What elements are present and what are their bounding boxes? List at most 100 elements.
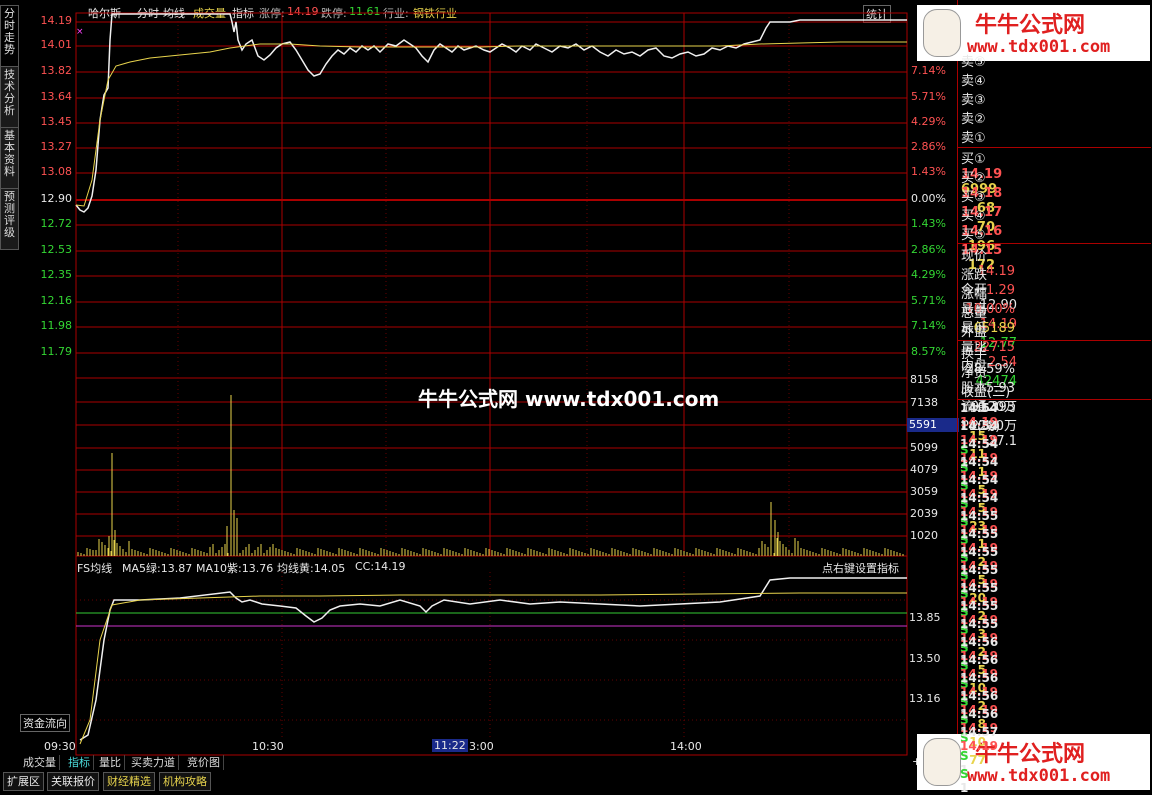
pct-axis-label: 5.71% xyxy=(911,90,946,103)
volume-axis-label: 2039 xyxy=(910,507,938,520)
cow-logo-icon-2 xyxy=(923,738,961,786)
indicator-ma5: MA5绿:13.87 xyxy=(122,562,193,575)
order-buy-row: 买⑤ 14.15 172 xyxy=(961,224,1151,273)
order-sell-row: 卖① xyxy=(961,127,1151,146)
footer-tab-finance[interactable]: 财经精选 xyxy=(103,772,155,791)
quote-label: 现价 xyxy=(961,249,988,264)
order-buy-row: 买① 14.19 6999 xyxy=(961,148,1151,197)
order-sell-label: 卖⑤ xyxy=(961,55,986,70)
indicator-axis-2: 13.50 xyxy=(909,652,941,665)
footer-tab-extend[interactable]: 扩展区 xyxy=(3,772,44,791)
tick-time: 14:54 xyxy=(960,455,999,469)
quote-row: 外盘 22715 内盘 42474 xyxy=(961,321,1151,389)
quote-label: 总量 xyxy=(961,306,988,321)
tick-time: 14:55 xyxy=(960,599,999,613)
btab-auction[interactable]: 竞价图 xyxy=(184,755,224,770)
tick-row: 14:55 14.19 3 S 1 xyxy=(960,599,1150,669)
quote-label: 净资 xyxy=(961,366,988,381)
order-sell-label: 卖② xyxy=(961,112,986,127)
tick-divider xyxy=(958,399,1151,400)
quote-row: 净资 5.93 流通 2280万 xyxy=(961,362,1151,434)
tick-time: 14:54 xyxy=(960,473,999,487)
tick-time: 14:54 xyxy=(960,491,999,505)
price-axis-label: 13.82 xyxy=(40,64,73,77)
tick-volume: 77 xyxy=(969,753,986,767)
cow-logo-icon xyxy=(923,9,961,57)
order-sell-row: 卖② xyxy=(961,108,1151,127)
intraday-chart[interactable]: × xyxy=(0,0,958,760)
tick-row: 14:56 14.19 10 S 1 xyxy=(960,653,1150,723)
btab-volume-ratio[interactable]: 量比 xyxy=(96,755,125,770)
indicator-ma10: MA10紫:13.76 xyxy=(196,562,274,575)
tick-time: 14:54 xyxy=(960,401,999,415)
indicator-avg-line xyxy=(79,592,907,745)
quote-row: 涨幅 10.00% 最低 12.77 xyxy=(961,283,1151,351)
order-buy-row: 买④ 14.16 196 xyxy=(961,205,1151,254)
quote-row: 收益(三) 0.393 PE(动) 27.1 xyxy=(961,381,1151,449)
order-buy-label: 买④ xyxy=(961,209,986,224)
indicator-title: FS均线 xyxy=(77,562,113,575)
tick-time: 14:56 xyxy=(960,653,999,667)
order-buy-label: 买③ xyxy=(961,190,986,205)
tick-row: 14:55 14.19 20 S 1 xyxy=(960,563,1150,633)
price-axis-label: 14.19 xyxy=(40,14,73,27)
order-buy-label: 买① xyxy=(961,152,986,167)
tick-price: 14.19 xyxy=(960,739,998,753)
tick-row: 14:54 14.19 23 S 1 xyxy=(960,491,1150,561)
tick-row: 14:56 14.19 5 S 1 xyxy=(960,635,1150,705)
watermark-text: 牛牛公式网 www.tdx001.com xyxy=(418,387,720,411)
order-buy-row: 买② 14.18 68 xyxy=(961,167,1151,216)
pct-axis-label: 7.14% xyxy=(911,64,946,77)
tick-row: 14:54 14.19 5 S 1 xyxy=(960,473,1150,543)
time-label-1400: 14:00 xyxy=(670,740,702,753)
quote-divider-2 xyxy=(958,340,1151,341)
quote-row: 涨跌 1.29 最高 14.19 xyxy=(961,264,1151,332)
quote-label: 收益(三) xyxy=(961,385,1011,400)
order-sell-row: 卖⑤ xyxy=(961,51,1151,70)
volume-axis-label: 3059 xyxy=(910,485,938,498)
price-axis-label: 12.35 xyxy=(40,268,73,281)
pct-axis-label: 1.43% xyxy=(911,217,946,230)
volume-axis-label: 5099 xyxy=(910,441,938,454)
average-line xyxy=(75,41,907,207)
order-sell-row: 卖④ xyxy=(961,70,1151,89)
tick-side: S xyxy=(960,767,969,781)
price-axis-label: 12.72 xyxy=(40,217,73,230)
price-axis-label: 11.98 xyxy=(40,319,73,332)
tick-time: 14:56 xyxy=(960,689,999,703)
tick-row: 14:54 14.19 5 S 1 xyxy=(960,455,1150,525)
fund-flow-button[interactable]: 资金流向 xyxy=(20,714,70,732)
volume-axis-label: 7138 xyxy=(910,396,938,409)
tick-row: 14:57 14.19 77 S 1 xyxy=(960,725,1150,795)
tick-time: 14:56 xyxy=(960,671,999,685)
quote-row: 总量 65189 量比 2.54 xyxy=(961,302,1151,370)
order-sell-row: 卖③ xyxy=(961,89,1151,108)
tick-time: 14:56 xyxy=(960,635,999,649)
quote-label: 外盘 xyxy=(961,325,988,340)
order-sell-label: 卖④ xyxy=(961,74,986,89)
tick-row: 14:56 14.19 2 S 1 xyxy=(960,671,1150,741)
tick-row: 14:56 14.19 8 S 1 xyxy=(960,689,1150,759)
footer-tab-related[interactable]: 关联报价 xyxy=(47,772,99,791)
pct-axis-label: 4.29% xyxy=(911,268,946,281)
btab-power[interactable]: 买卖力道 xyxy=(128,755,179,770)
order-buy-label: 买② xyxy=(961,171,986,186)
time-label-1030: 10:30 xyxy=(252,740,284,753)
pct-axis-label: 8.57% xyxy=(911,345,946,358)
volume-axis-label: 1020 xyxy=(910,529,938,542)
pct-axis-label: 7.14% xyxy=(911,319,946,332)
btab-indicator[interactable]: 指标 xyxy=(65,755,94,770)
tick-time: 14:55 xyxy=(960,563,999,577)
price-axis-label: 13.45 xyxy=(40,115,73,128)
tick-time: 14:54 xyxy=(960,419,999,433)
time-cursor-label: 11:22 xyxy=(432,739,468,752)
price-axis-label: 12.90 xyxy=(40,192,73,205)
tick-time: 14:54 xyxy=(960,437,999,451)
btab-volume[interactable]: 成交量 xyxy=(20,755,60,770)
footer-tab-institution[interactable]: 机构攻略 xyxy=(159,772,211,791)
order-sell-label: 卖③ xyxy=(961,93,986,108)
price-axis-label: 13.64 xyxy=(40,90,73,103)
quote-row: 现价 14.19 今开 12.90 xyxy=(961,245,1151,313)
indicator-hint[interactable]: 点右键设置指标 xyxy=(822,560,899,576)
volume-cursor-label: 5591 xyxy=(907,418,959,432)
